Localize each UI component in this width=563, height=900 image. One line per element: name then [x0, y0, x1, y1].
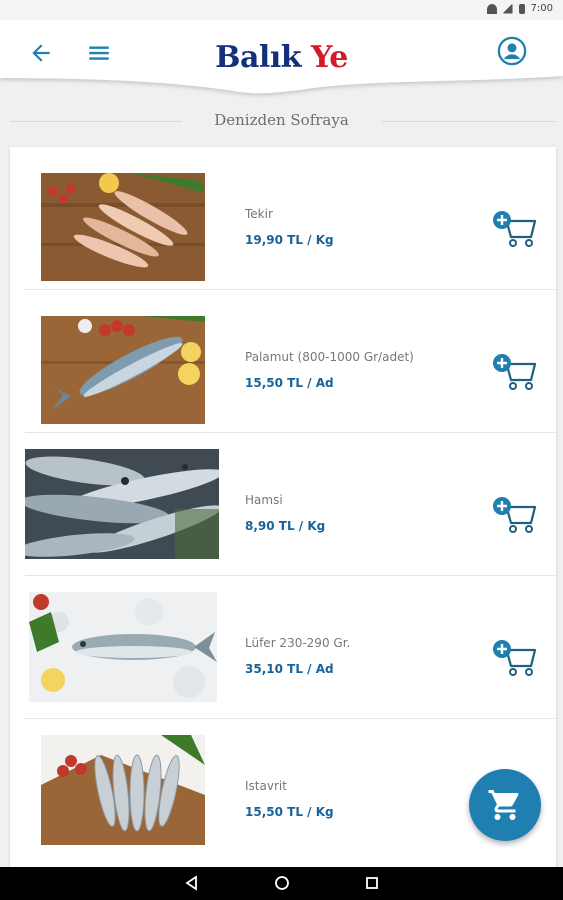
signal-icon [502, 3, 513, 14]
logo-text-primary: Balık [215, 40, 301, 75]
product-name: Tekir [245, 207, 273, 221]
product-name: Lüfer 230-290 Gr. [245, 636, 351, 650]
shopping-cart-icon [488, 790, 519, 820]
nav-recents-button[interactable] [364, 875, 380, 895]
product-image-lufer [29, 592, 217, 702]
add-to-cart-button[interactable] [491, 638, 539, 678]
product-name: Palamut (800-1000 Gr/adet) [245, 350, 414, 364]
square-recents-icon [366, 877, 378, 889]
add-to-cart-icon [493, 640, 537, 676]
add-to-cart-button[interactable] [491, 495, 539, 535]
add-to-cart-button[interactable] [491, 352, 539, 392]
account-circle-icon [497, 36, 527, 66]
product-row[interactable]: Hamsi 8,90 TL / Kg [25, 433, 556, 576]
product-image-palamut [41, 316, 205, 424]
profile-button[interactable] [497, 36, 527, 70]
circle-home-icon [275, 876, 289, 890]
wifi-icon [486, 3, 497, 14]
product-list: Tekir 19,90 TL / Kg Palamut (800-1000 Gr… [10, 147, 556, 867]
battery-icon [518, 3, 525, 14]
product-price: 19,90 TL / Kg [245, 233, 334, 247]
add-to-cart-button[interactable] [491, 209, 539, 249]
add-to-cart-icon [493, 497, 537, 533]
nav-home-button[interactable] [274, 875, 290, 895]
product-price: 15,50 TL / Ad [245, 376, 334, 390]
app-toolbar: Balık Ye [0, 20, 563, 98]
cart-fab-button[interactable] [469, 769, 541, 841]
product-row[interactable]: Lüfer 230-290 Gr. 35,10 TL / Ad [25, 576, 556, 719]
logo-text-accent: Ye [310, 40, 348, 75]
triangle-back-icon [185, 875, 197, 891]
add-to-cart-icon [493, 211, 537, 247]
status-time: 7:00 [530, 3, 553, 14]
section-header: Denizden Sofraya [0, 108, 563, 136]
product-image-hamsi [25, 449, 219, 559]
product-row[interactable]: Palamut (800-1000 Gr/adet) 15,50 TL / Ad [25, 290, 556, 433]
product-price: 8,90 TL / Kg [245, 519, 326, 533]
product-price: 35,10 TL / Ad [245, 662, 334, 676]
section-title: Denizden Sofraya [214, 111, 349, 129]
product-image-istavrit [41, 735, 205, 845]
product-row[interactable]: Tekir 19,90 TL / Kg [25, 147, 556, 290]
add-to-cart-icon [493, 354, 537, 390]
product-image-tekir [41, 173, 205, 281]
product-price: 15,50 TL / Kg [245, 805, 334, 819]
product-name: Hamsi [245, 493, 283, 507]
status-bar: 7:00 [0, 0, 563, 20]
nav-back-button[interactable] [184, 875, 200, 895]
product-name: Istavrit [245, 779, 287, 793]
system-navigation-bar [0, 867, 563, 900]
app-logo: Balık Ye [0, 40, 563, 75]
